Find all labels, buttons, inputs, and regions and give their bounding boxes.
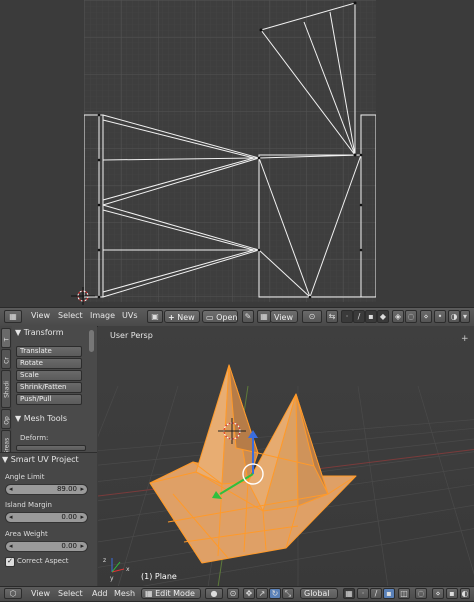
edge-select-icon[interactable]: / (353, 310, 365, 323)
open-image-button[interactable]: ▭ Open (202, 310, 238, 323)
snap-target-icon[interactable]: • (434, 310, 446, 323)
vertex-select-mode-icon[interactable]: · (357, 588, 369, 599)
plus-icon: + (168, 313, 175, 322)
view-mode-icon[interactable]: ▦ (257, 310, 271, 323)
vertex-select-icon[interactable]: · (341, 310, 353, 323)
area-weight-field[interactable]: ◂ 0.00 ▸ (5, 541, 88, 552)
face-select-icon[interactable]: ▪ (365, 310, 377, 323)
manipulator-toggle-icon[interactable]: ✥ (243, 588, 255, 599)
decrement-arrow-icon[interactable]: ◂ (9, 485, 13, 494)
area-weight-value: 0.00 (61, 542, 77, 550)
sticky-select-icon[interactable]: ◈ (392, 310, 404, 323)
angle-limit-field[interactable]: ◂ 89.00 ▸ (5, 484, 88, 495)
viewport-canvas[interactable]: z x y (98, 326, 474, 587)
edge-select-mode-icon[interactable]: / (370, 588, 382, 599)
island-margin-label: Island Margin (5, 501, 52, 509)
pivot-icon[interactable]: ⊙ (302, 310, 322, 323)
edit-mode-icon: ▦ (145, 589, 153, 598)
menu-uvs[interactable]: UVs (122, 311, 138, 320)
island-margin-field[interactable]: ◂ 0.00 ▸ (5, 512, 88, 523)
menu-select[interactable]: Select (58, 311, 83, 320)
viewport-title: User Persp (110, 331, 153, 340)
tool-shelf-scrollbar[interactable] (89, 330, 94, 352)
proportional-edit-icon[interactable]: ◌ (405, 310, 417, 323)
occlude-geometry-icon[interactable]: ◫ (398, 588, 410, 599)
decrement-arrow-icon[interactable]: ◂ (9, 542, 13, 551)
mode-dropdown[interactable]: ▦ Edit Mode (141, 588, 201, 599)
scale-button[interactable]: Scale (16, 370, 82, 381)
island-select-icon[interactable]: ◆ (377, 310, 389, 323)
2d-cursor-icon (71, 287, 95, 305)
island-margin-value: 0.00 (61, 513, 77, 521)
menu-view[interactable]: View (31, 589, 50, 598)
deform-label: Deform: (20, 434, 49, 442)
menu-mesh[interactable]: Mesh (114, 589, 135, 598)
rotate-button[interactable]: Rotate (16, 358, 82, 369)
sync-select-icon[interactable]: ⇆ (326, 310, 338, 323)
menu-view[interactable]: View (31, 311, 50, 320)
view-dropdown[interactable]: View (270, 310, 298, 323)
new-label: New (177, 313, 195, 322)
add-panel-plus-icon[interactable]: + (461, 334, 469, 344)
correct-aspect-label: Correct Aspect (17, 557, 69, 565)
svg-text:x: x (126, 566, 130, 573)
tool-shelf: ▼ Transform Translate Rotate Scale Shrin… (0, 326, 97, 589)
scale-manipulator-icon[interactable]: ⤡ (282, 588, 294, 599)
shrink-fatten-button[interactable]: Shrink/Fatten (16, 382, 82, 393)
deform-buttons-row[interactable] (16, 445, 86, 451)
menu-add[interactable]: Add (92, 589, 108, 598)
shading-icon[interactable]: ● (205, 588, 223, 599)
folder-icon: ▭ (206, 313, 214, 322)
svg-text:y: y (110, 575, 114, 582)
snap-icon[interactable]: ⋄ (432, 588, 444, 599)
correct-aspect-checkbox[interactable]: ✓ (5, 557, 15, 567)
render-preview-icon[interactable]: ◐ (460, 588, 470, 599)
angle-limit-value: 89.00 (56, 485, 77, 493)
new-image-button[interactable]: + New (164, 310, 200, 323)
increment-arrow-icon[interactable]: ▸ (80, 542, 84, 551)
mode-label: Edit Mode (155, 589, 195, 598)
face-select-mode-icon[interactable]: ▪ (383, 588, 395, 599)
uv-editor[interactable] (0, 0, 474, 307)
snap-element-icon[interactable]: ▪ (446, 588, 458, 599)
translate-manipulator-icon[interactable]: ↗ (256, 588, 268, 599)
3d-viewport[interactable]: z x y User Persp (1) Plane + (98, 326, 474, 587)
image-browse-icon[interactable]: ▣ (147, 310, 163, 323)
rotate-manipulator-icon[interactable]: ↻ (269, 588, 281, 599)
active-object-label: (1) Plane (141, 572, 177, 581)
mesh-tools-panel-header[interactable]: ▼ Mesh Tools (15, 414, 67, 423)
increment-arrow-icon[interactable]: ▸ (80, 485, 84, 494)
channels-icon[interactable]: ▾ (460, 310, 470, 323)
editor-type-icon[interactable]: ▦ (4, 310, 22, 323)
orientation-dropdown[interactable]: Global (300, 588, 338, 599)
transform-panel-header[interactable]: ▼ Transform (15, 328, 64, 337)
decrement-arrow-icon[interactable]: ◂ (9, 513, 13, 522)
tab-create[interactable]: Cr (1, 349, 11, 369)
tab-options[interactable]: Op (1, 409, 11, 429)
open-label: Open (216, 313, 238, 322)
menu-select[interactable]: Select (58, 589, 83, 598)
proportional-edit-icon[interactable]: ◌ (415, 588, 427, 599)
pivot-point-icon[interactable]: ⊙ (227, 588, 239, 599)
area-weight-label: Area Weight (5, 530, 48, 538)
push-pull-button[interactable]: Push/Pull (16, 394, 82, 405)
pin-icon[interactable]: ✎ (242, 310, 254, 323)
smart-uv-project-header[interactable]: ▼ Smart UV Project (2, 455, 79, 464)
angle-limit-label: Angle Limit (5, 473, 45, 481)
svg-text:z: z (103, 557, 106, 564)
operator-panel: ▼ Smart UV Project Angle Limit ◂ 89.00 ▸… (0, 452, 97, 589)
uv-grid-canvas[interactable] (84, 0, 376, 302)
layers-icon[interactable]: ▦ (343, 588, 355, 599)
translate-button[interactable]: Translate (16, 346, 82, 357)
tab-shading[interactable]: Shadi (1, 370, 11, 408)
uv-editor-header: ▦ View Select Image UVs ▣ + New ▭ Open ✎… (0, 307, 474, 327)
editor-type-icon[interactable]: ⬡ (4, 588, 22, 599)
snap-icon[interactable]: ⋄ (420, 310, 432, 323)
menu-image[interactable]: Image (90, 311, 115, 320)
increment-arrow-icon[interactable]: ▸ (80, 513, 84, 522)
uv-layer-icon[interactable]: ◑ (448, 310, 460, 323)
